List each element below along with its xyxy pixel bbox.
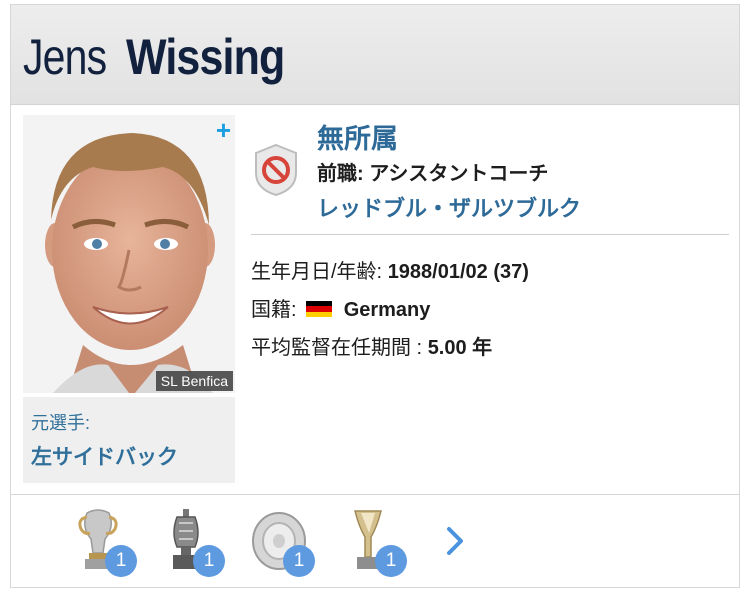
trophy-count-badge: 1 — [283, 545, 315, 577]
birth-label: 生年月日/年齢: — [251, 261, 383, 283]
previous-role: 前職: アシスタントコーチ — [317, 157, 548, 186]
no-entry-icon — [253, 143, 299, 202]
last-name: Wissing — [125, 29, 285, 85]
birth-info: 生年月日/年齢: 1988/01/02 (37) — [251, 255, 529, 284]
nationality-info: 国籍: Germany — [251, 293, 430, 322]
previous-role-value: アシスタントコーチ — [369, 163, 549, 185]
nationality-value[interactable]: Germany — [344, 299, 431, 321]
divider — [251, 234, 729, 235]
germany-flag-icon — [306, 301, 333, 317]
profile-header: Jens Wissing — [11, 5, 739, 105]
trophy-1[interactable]: 1 — [73, 507, 137, 577]
trophy-4[interactable]: 1 — [343, 507, 407, 577]
current-status: 無所属 — [317, 124, 398, 154]
add-to-watchlist-icon[interactable]: + — [216, 117, 231, 143]
former-player-box: 元選手: 左サイドバック — [23, 397, 235, 483]
nationality-label: 国籍: — [251, 299, 297, 321]
profile-card: Jens Wissing + SL Benfica 元選手: 左サイドバック 無… — [10, 4, 740, 588]
previous-club-link[interactable]: レッドブル・ザルツブルク — [317, 191, 581, 223]
birth-value: 1988/01/02 (37) — [387, 261, 529, 283]
former-position-link[interactable]: 左サイドバック — [31, 441, 178, 471]
trophy-3[interactable]: 1 — [251, 507, 315, 577]
trophy-count-badge: 1 — [105, 545, 137, 577]
trophy-2[interactable]: 1 — [161, 507, 225, 577]
page-title: Jens Wissing — [23, 27, 310, 87]
profile-photo[interactable]: + SL Benfica — [23, 115, 235, 393]
trophy-count-badge: 1 — [375, 545, 407, 577]
chevron-right-icon[interactable] — [441, 523, 471, 559]
footer-divider — [11, 494, 739, 495]
person-portrait — [23, 115, 235, 393]
former-player-label: 元選手: — [31, 413, 91, 433]
tenure-value: 5.00 年 — [427, 337, 493, 359]
photo-club-tag: SL Benfica — [155, 371, 233, 391]
first-name: Jens — [23, 29, 107, 85]
tenure-label: 平均監督在任期間 : — [251, 337, 423, 359]
trophy-count-badge: 1 — [193, 545, 225, 577]
tenure-info: 平均監督在任期間 : 5.00 年 — [251, 331, 492, 360]
previous-role-label: 前職: — [317, 163, 364, 185]
